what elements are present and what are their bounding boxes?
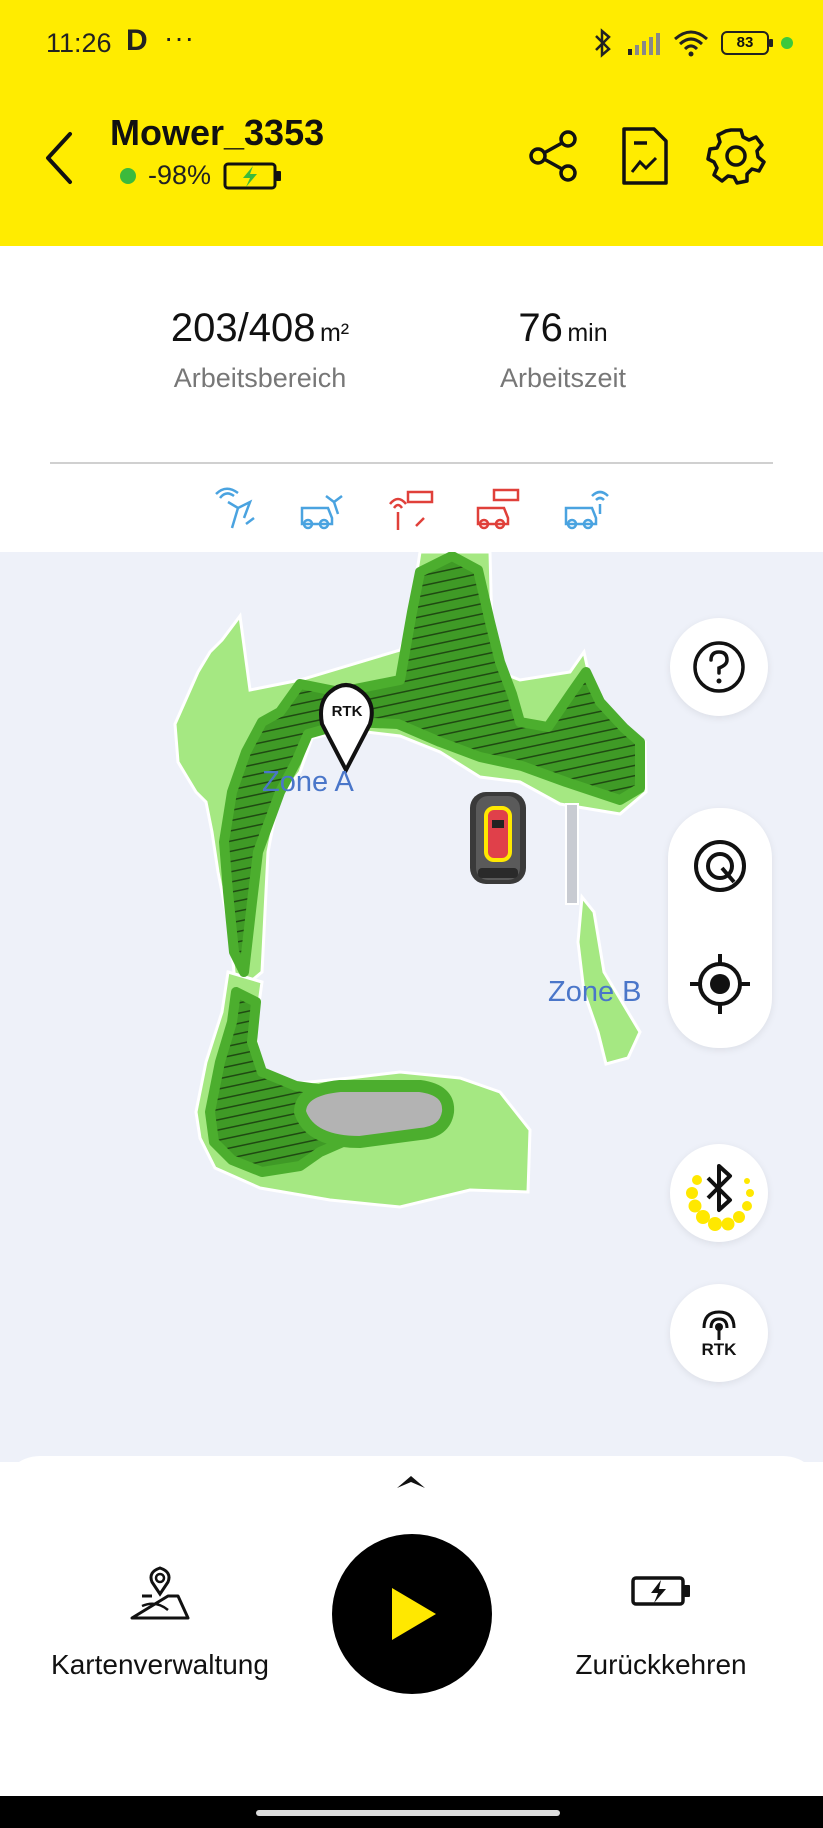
work-time-label: Arbeitszeit: [499, 363, 627, 393]
rtk-station-marker[interactable]: RTK: [319, 683, 374, 775]
privacy-dot: [781, 37, 793, 49]
signal-strength: -98%: [148, 160, 212, 190]
pond-obstacle: [293, 1080, 455, 1149]
mower-status: -98%: [120, 160, 283, 191]
rtk-marker-label: RTK: [332, 703, 363, 720]
report-icon[interactable]: [614, 126, 674, 186]
locate-mower-icon[interactable]: [688, 952, 752, 1016]
bottom-sheet: Kartenverwaltung Zurückkehren: [0, 1456, 823, 1796]
signal-status-row: [210, 486, 612, 532]
mowed-area-north: [219, 552, 645, 977]
charging-battery-icon: [223, 162, 282, 189]
mower-wifi-signal-icon: [564, 490, 609, 530]
more-dots-icon: ···: [164, 22, 195, 53]
work-area-unit: m²: [319, 319, 350, 347]
charging-battery-icon: [631, 1576, 690, 1606]
work-area-value: 203/408: [170, 306, 316, 350]
mower-network-error-icon: [476, 488, 520, 530]
work-area-label: Arbeitsbereich: [173, 363, 347, 393]
bluetooth-icon: [595, 28, 611, 58]
mower-icon[interactable]: [470, 792, 526, 884]
system-navigation-bar: [0, 1796, 823, 1828]
mower-rtk-signal-icon: [300, 495, 343, 530]
return-home-label: Zurückkehren: [575, 1649, 747, 1680]
home-gesture-handle[interactable]: [256, 1810, 560, 1816]
zone-a-label: Zone A: [262, 766, 354, 798]
bluetooth-connect-button[interactable]: [670, 1144, 768, 1242]
help-icon: [693, 641, 745, 693]
battery-icon: 83: [721, 31, 773, 55]
status-icons: 83: [591, 26, 793, 60]
map-controls: [668, 808, 772, 1048]
cell-signal-icon: [628, 33, 660, 55]
zone-connector: [565, 803, 579, 905]
back-arrow-icon[interactable]: [40, 128, 80, 188]
help-button[interactable]: [670, 618, 768, 716]
map-pin-icon: [130, 1566, 190, 1620]
target-center-icon[interactable]: [692, 838, 748, 894]
bluetooth-spinner-icon: [686, 1164, 754, 1231]
status-bar: 11:26 D ··· 83: [0, 0, 823, 90]
work-time-stat: 76 min Arbeitszeit: [470, 306, 656, 394]
play-icon: [392, 1588, 436, 1640]
rtk-antenna-icon: [702, 1310, 736, 1340]
start-mowing-button[interactable]: [332, 1534, 492, 1694]
work-area-stat: 203/408 m² Arbeitsbereich: [150, 306, 370, 394]
rtk-station-signal-icon: [215, 487, 255, 529]
page-title: Mower_3353: [110, 112, 325, 153]
work-time-value: 76: [518, 306, 563, 350]
rtk-button-label: RTK: [701, 1340, 737, 1359]
divider: [50, 462, 773, 464]
map-view[interactable]: RTK Zone A Zone B RTK: [0, 552, 823, 1462]
map-management-button[interactable]: Kartenverwaltung: [40, 1560, 280, 1681]
station-network-error-icon: [389, 490, 434, 530]
share-icon[interactable]: [524, 126, 584, 186]
work-time-unit: min: [567, 319, 608, 347]
zone-b-label: Zone B: [548, 976, 642, 1008]
rtk-button[interactable]: RTK: [670, 1284, 768, 1382]
return-home-button[interactable]: Zurückkehren: [546, 1560, 776, 1681]
chevron-up-icon[interactable]: [394, 1470, 428, 1492]
status-time: 11:26: [46, 28, 112, 58]
online-status-dot: [120, 167, 136, 184]
settings-gear-icon[interactable]: [706, 126, 766, 186]
wifi-icon: [674, 30, 708, 57]
map-management-label: Kartenverwaltung: [51, 1649, 269, 1680]
app-header: 11:26 D ··· 83 Mower_3353 -98%: [0, 0, 823, 246]
d-app-icon: D: [126, 24, 148, 57]
